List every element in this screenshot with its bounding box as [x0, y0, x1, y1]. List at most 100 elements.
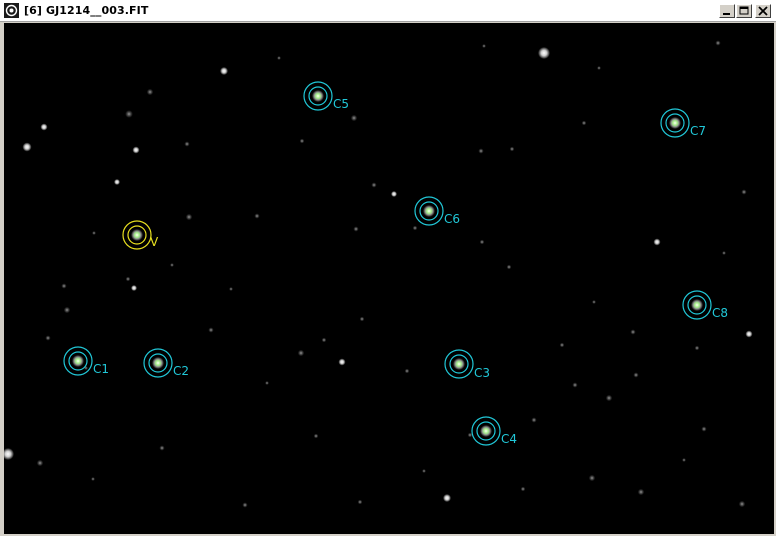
close-button[interactable]	[755, 4, 771, 18]
field-star	[40, 123, 48, 131]
field-star	[170, 263, 174, 267]
field-star	[299, 138, 305, 144]
comparison-star-marker-c7[interactable]: C7	[660, 108, 706, 138]
comparison-star-marker-c5[interactable]: C5	[303, 81, 349, 111]
field-star	[92, 231, 96, 235]
field-star	[682, 458, 686, 462]
field-star	[509, 146, 515, 152]
field-star	[653, 238, 661, 246]
field-star	[36, 459, 44, 467]
field-star	[4, 448, 14, 460]
field-star	[520, 486, 526, 492]
field-star	[229, 287, 233, 291]
field-star	[531, 417, 537, 423]
marker-label: C5	[333, 97, 349, 111]
variable-star-marker-v[interactable]: V	[122, 220, 159, 250]
field-star	[722, 251, 726, 255]
field-star	[371, 182, 377, 188]
field-star	[482, 44, 486, 48]
comparison-star-marker-c2[interactable]: C2	[143, 348, 189, 378]
field-star	[559, 342, 565, 348]
field-star	[242, 502, 248, 508]
field-star	[538, 47, 550, 59]
field-star	[125, 276, 131, 282]
minimize-button[interactable]	[719, 4, 735, 18]
field-star	[694, 345, 700, 351]
field-star	[478, 148, 484, 154]
minimize-icon	[723, 13, 730, 15]
marker-label: C7	[690, 124, 706, 138]
field-star	[61, 283, 67, 289]
field-star	[422, 469, 426, 473]
star-core	[671, 119, 679, 127]
field-star	[633, 372, 639, 378]
field-star	[350, 114, 358, 122]
field-star	[581, 120, 587, 126]
field-star	[412, 225, 418, 231]
maximize-icon	[739, 6, 749, 15]
field-star	[297, 349, 305, 357]
field-star	[588, 474, 596, 482]
field-star	[277, 56, 281, 60]
field-star	[572, 382, 578, 388]
field-star	[701, 426, 707, 432]
title-bar[interactable]: [6] GJ1214__003.FIT	[0, 0, 776, 22]
field-star	[338, 358, 346, 366]
field-star	[321, 337, 327, 343]
fits-image-window: [6] GJ1214__003.FIT V C1 C2 C3 C4 C5 C6 …	[0, 0, 776, 536]
marker-label: C1	[93, 362, 109, 376]
field-star	[254, 213, 260, 219]
star-core	[314, 92, 322, 100]
field-star	[208, 327, 214, 333]
field-star	[45, 335, 51, 341]
marker-label: C8	[712, 306, 728, 320]
field-star	[592, 300, 596, 304]
marker-label: C2	[173, 364, 189, 378]
star-core	[74, 357, 82, 365]
field-star	[159, 445, 165, 451]
maximize-button[interactable]	[736, 4, 752, 18]
star-core	[154, 359, 162, 367]
star-core	[482, 427, 490, 435]
field-star	[313, 433, 319, 439]
field-star	[404, 368, 410, 374]
app-icon	[4, 3, 19, 18]
field-star	[131, 285, 137, 291]
close-icon	[758, 6, 768, 16]
star-core	[455, 360, 463, 368]
window-title: [6] GJ1214__003.FIT	[24, 4, 149, 17]
comparison-star-marker-c4[interactable]: C4	[471, 416, 517, 446]
field-star	[715, 40, 721, 46]
marker-label: C4	[501, 432, 517, 446]
field-star	[132, 146, 140, 154]
field-star	[741, 189, 747, 195]
field-star	[443, 494, 451, 502]
field-star	[506, 264, 512, 270]
comparison-star-marker-c6[interactable]: C6	[414, 196, 460, 226]
field-star	[353, 226, 359, 232]
field-star	[637, 488, 645, 496]
field-star	[91, 477, 95, 481]
marker-label: C3	[474, 366, 490, 380]
comparison-star-marker-c8[interactable]: C8	[682, 290, 728, 320]
star-field: V C1 C2 C3 C4 C5 C6 C7 C8	[4, 40, 753, 508]
field-star	[184, 141, 190, 147]
field-star	[114, 179, 120, 185]
star-core	[133, 231, 141, 239]
comparison-star-marker-c3[interactable]: C3	[444, 349, 490, 380]
field-star	[359, 316, 365, 322]
fits-image-canvas[interactable]: V C1 C2 C3 C4 C5 C6 C7 C8	[4, 23, 774, 534]
comparison-star-marker-c1[interactable]: C1	[63, 346, 109, 376]
field-star	[738, 500, 746, 508]
field-star	[185, 213, 193, 221]
field-star	[745, 330, 753, 338]
marker-label: C6	[444, 212, 460, 226]
field-star	[22, 142, 32, 152]
marker-label: V	[150, 235, 159, 249]
field-star	[605, 394, 613, 402]
field-star	[265, 381, 269, 385]
field-star	[479, 239, 485, 245]
field-star	[125, 110, 133, 118]
star-core	[425, 207, 433, 215]
field-star	[220, 67, 228, 75]
